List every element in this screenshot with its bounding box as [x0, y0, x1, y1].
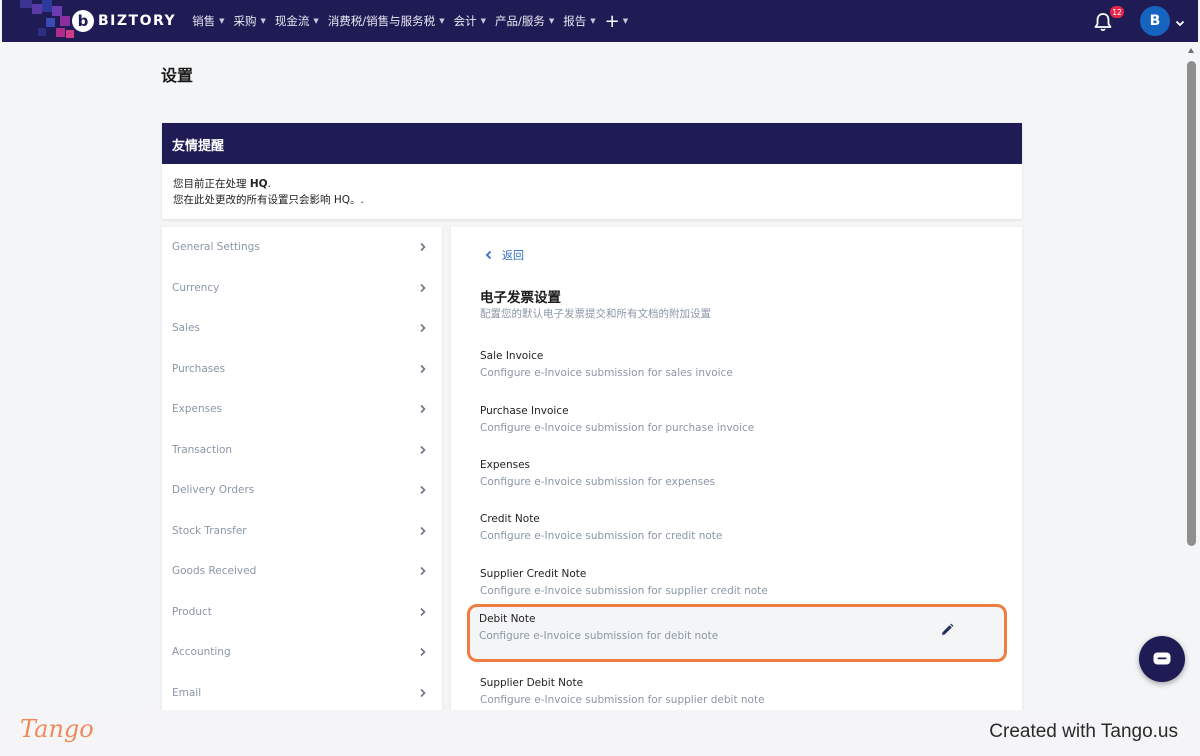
- option-credit-note[interactable]: Credit Note Configure e-Invoice submissi…: [468, 504, 1005, 558]
- sidebar-item-sales[interactable]: Sales: [162, 308, 442, 349]
- tango-footer: Tango Created with Tango.us: [0, 710, 1200, 756]
- chevron-down-icon: ▼: [480, 17, 486, 25]
- option-description: Configure e-Invoice submission for purch…: [480, 422, 755, 434]
- chevron-right-icon: [420, 486, 426, 495]
- nav-item-cashflow[interactable]: 现金流 ▼: [275, 11, 319, 32]
- sidebar-item-goods-received[interactable]: Goods Received: [162, 551, 442, 592]
- chevron-right-icon: [420, 364, 426, 373]
- top-navbar: b BIZTORY 销售 ▼ 采购 ▼ 现金流 ▼ 消费税/销售与服务税 ▼ 会计 ▼ 产…: [2, 0, 1198, 42]
- sidebar-item-product[interactable]: Product: [162, 592, 442, 633]
- main-nav: 销售 ▼ 采购 ▼ 现金流 ▼ 消费税/销售与服务税 ▼ 会计 ▼ 产品/服务 ▼ 报告 ▼ …: [192, 11, 628, 32]
- chevron-right-icon: [420, 243, 426, 252]
- brand-logo[interactable]: b BIZTORY: [72, 10, 176, 32]
- nav-item-accounting[interactable]: 会计 ▼: [454, 11, 486, 32]
- reminder-notice: 友情提醒 您目前正在处理 HQ. 您在此处更改的所有设置只会影响 HQ。.: [162, 123, 1022, 219]
- settings-sidebar: General Settings Currency Sales Purchase…: [162, 227, 442, 717]
- option-title: Supplier Debit Note: [480, 677, 584, 689]
- chevron-right-icon: [420, 526, 426, 535]
- scroll-up-arrow-icon[interactable]: [1188, 48, 1194, 53]
- nav-item-tax[interactable]: 消费税/销售与服务税 ▼: [328, 11, 445, 32]
- chat-support-button[interactable]: [1139, 636, 1185, 682]
- option-title: Credit Note: [480, 513, 540, 525]
- chevron-left-icon: [485, 250, 492, 260]
- sidebar-item-transaction[interactable]: Transaction: [162, 430, 442, 471]
- chevron-down-icon: ▼: [219, 17, 225, 25]
- chevron-down-icon: ▼: [622, 17, 629, 25]
- notice-line-2: 您在此处更改的所有设置只会影响 HQ。.: [173, 194, 364, 206]
- back-link[interactable]: 返回: [484, 247, 524, 263]
- sidebar-item-accounting[interactable]: Accounting: [162, 632, 442, 673]
- page-scrollbar[interactable]: [1185, 42, 1198, 712]
- notice-line-1: 您目前正在处理 HQ.: [173, 178, 271, 190]
- chevron-right-icon: [420, 567, 426, 576]
- quick-add-button[interactable]: + ▼: [605, 11, 628, 32]
- option-description: Configure e-Invoice submission for credi…: [480, 530, 723, 542]
- sidebar-item-delivery-orders[interactable]: Delivery Orders: [162, 470, 442, 511]
- chevron-down-icon: ▼: [260, 17, 266, 25]
- user-avatar[interactable]: B: [1140, 6, 1170, 36]
- einvoice-settings-panel: 返回 电子发票设置 配置您的默认电子发票提交和所有文档的附加设置 Sale In…: [451, 227, 1022, 717]
- nav-item-reports[interactable]: 报告 ▼: [563, 11, 595, 32]
- sidebar-item-email[interactable]: Email: [162, 673, 442, 714]
- page-title: 设置: [161, 66, 194, 85]
- notification-count-badge: 12: [1110, 6, 1124, 18]
- scrollbar-thumb[interactable]: [1187, 61, 1196, 546]
- chevron-down-icon: ▼: [548, 17, 555, 25]
- sidebar-item-general-settings[interactable]: General Settings: [162, 227, 442, 268]
- option-title: Debit Note: [479, 613, 536, 625]
- notice-entity: HQ: [249, 178, 268, 190]
- chevron-right-icon: [420, 688, 426, 697]
- account-menu-chevron[interactable]: [1174, 14, 1186, 27]
- chevron-right-icon: [420, 607, 426, 616]
- tango-logo: Tango: [20, 715, 94, 743]
- section-subtitle: 配置您的默认电子发票提交和所有文档的附加设置: [480, 308, 711, 320]
- chevron-right-icon: [420, 405, 426, 414]
- sidebar-item-expenses[interactable]: Expenses: [162, 389, 442, 430]
- nav-item-purchases[interactable]: 采购 ▼: [234, 11, 266, 32]
- option-title: Purchase Invoice: [480, 405, 569, 417]
- sidebar-item-currency[interactable]: Currency: [162, 268, 442, 309]
- option-debit-note[interactable]: Debit Note Configure e-Invoice submissio…: [467, 604, 1007, 662]
- brand-name: BIZTORY: [98, 13, 177, 29]
- nav-item-products[interactable]: 产品/服务 ▼: [495, 11, 554, 32]
- chevron-right-icon: [420, 324, 426, 333]
- chevron-right-icon: [420, 283, 426, 292]
- chat-bubble-icon: [1153, 652, 1171, 665]
- chevron-down-icon: ▼: [313, 17, 319, 25]
- chevron-right-icon: [420, 648, 426, 657]
- option-description: Configure e-Invoice submission for suppl…: [480, 585, 768, 597]
- option-description: Configure e-Invoice submission for suppl…: [480, 694, 765, 706]
- notice-heading: 友情提醒: [162, 123, 1022, 164]
- option-title: Expenses: [480, 459, 531, 471]
- section-title: 电子发票设置: [480, 290, 561, 306]
- option-description: Configure e-Invoice submission for debit…: [479, 630, 719, 642]
- option-title: Sale Invoice: [480, 350, 544, 362]
- option-sale-invoice[interactable]: Sale Invoice Configure e-Invoice submiss…: [468, 341, 1005, 395]
- option-title: Supplier Credit Note: [480, 568, 587, 580]
- sidebar-item-stock-transfer[interactable]: Stock Transfer: [162, 511, 442, 552]
- option-description: Configure e-Invoice submission for expen…: [480, 476, 716, 488]
- brand-mark-icon: b: [72, 10, 94, 32]
- option-expenses[interactable]: Expenses Configure e-Invoice submission …: [468, 450, 1005, 504]
- created-with-text: Created with Tango.us: [989, 721, 1178, 742]
- pencil-icon[interactable]: [940, 623, 954, 637]
- option-description: Configure e-Invoice submission for sales…: [480, 367, 733, 379]
- chevron-down-icon: ▼: [439, 17, 445, 25]
- back-label: 返回: [502, 249, 524, 262]
- chevron-right-icon: [420, 445, 426, 454]
- chevron-down-icon: ▼: [590, 17, 596, 25]
- chevron-down-icon: [1175, 20, 1185, 27]
- sidebar-item-purchases[interactable]: Purchases: [162, 349, 442, 390]
- plus-icon: +: [604, 10, 620, 32]
- option-purchase-invoice[interactable]: Purchase Invoice Configure e-Invoice sub…: [468, 396, 1005, 450]
- nav-item-sales[interactable]: 销售 ▼: [192, 11, 224, 32]
- notice-body: 您目前正在处理 HQ. 您在此处更改的所有设置只会影响 HQ。.: [162, 164, 1022, 220]
